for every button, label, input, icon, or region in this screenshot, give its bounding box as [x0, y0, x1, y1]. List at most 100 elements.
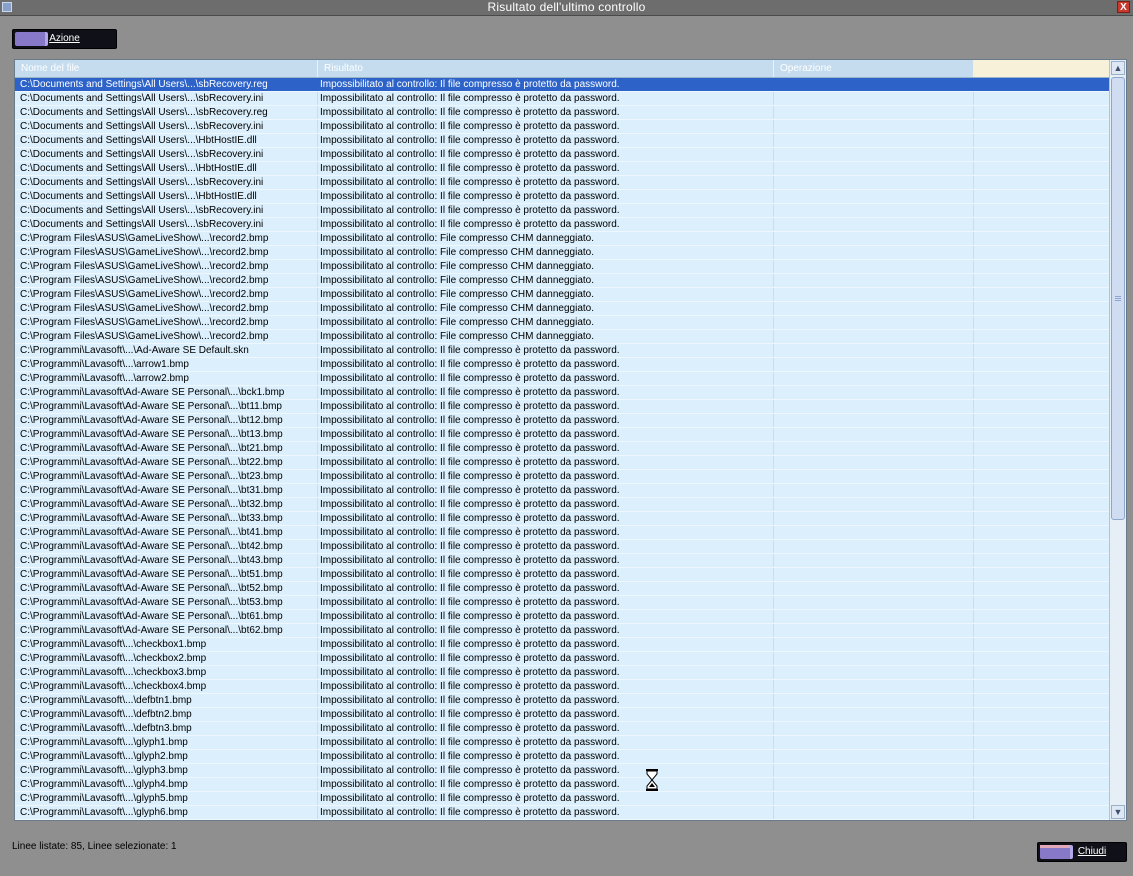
filename-cell: C:\Documents and Settings\All Users\...\…	[20, 93, 264, 104]
column-header-result[interactable]: Risultato	[318, 60, 774, 77]
column-header-empty[interactable]	[974, 60, 1110, 77]
list-header: Nome del file Risultato Operazione	[15, 60, 1110, 78]
list-row[interactable]: C:\Programmi\Lavasoft\Ad-Aware SE Person…	[15, 456, 1110, 470]
list-row[interactable]: C:\Programmi\Lavasoft\Ad-Aware SE Person…	[15, 540, 1110, 554]
result-cell: Impossibilitato al controllo: Il file co…	[320, 415, 620, 426]
list-row[interactable]: C:\Program Files\ASUS\GameLiveShow\...\r…	[15, 288, 1110, 302]
filename-cell: C:\Documents and Settings\All Users\...\…	[20, 191, 257, 202]
list-row[interactable]: C:\Programmi\Lavasoft\...\arrow2.bmp Impo…	[15, 372, 1110, 386]
result-cell: Impossibilitato al controllo: Il file co…	[320, 485, 620, 496]
result-cell: Impossibilitato al controllo: Il file co…	[320, 135, 620, 146]
list-row[interactable]: C:\Programmi\Lavasoft\...\arrow1.bmp Impo…	[15, 358, 1110, 372]
result-cell: Impossibilitato al controllo: Il file co…	[320, 401, 620, 412]
filename-cell: C:\Programmi\Lavasoft\...\glyph2.bmp	[20, 751, 188, 762]
filename-cell: C:\Programmi\Lavasoft\...\arrow1.bmp	[20, 359, 189, 370]
list-row[interactable]: C:\Programmi\Lavasoft\...\glyph5.bmp Impo…	[15, 792, 1110, 806]
thumb-grip	[1115, 296, 1121, 297]
list-row[interactable]: C:\Program Files\ASUS\GameLiveShow\...\r…	[15, 316, 1110, 330]
list-row[interactable]: C:\Documents and Settings\All Users\...\…	[15, 134, 1110, 148]
list-row[interactable]: C:\Programmi\Lavasoft\Ad-Aware SE Person…	[15, 470, 1110, 484]
list-row[interactable]: C:\Documents and Settings\All Users\...\…	[15, 78, 1110, 92]
close-window-button[interactable]: X	[1117, 1, 1130, 13]
close-button-label: Chiudi	[1077, 846, 1107, 857]
list-row[interactable]: C:\Documents and Settings\All Users\...\…	[15, 148, 1110, 162]
column-header-operation[interactable]: Operazione	[774, 60, 974, 77]
list-row[interactable]: C:\Documents and Settings\All Users\...\…	[15, 92, 1110, 106]
filename-cell: C:\Programmi\Lavasoft\...\defbtn3.bmp	[20, 723, 192, 734]
column-header-filename[interactable]: Nome del file	[15, 60, 318, 77]
list-row[interactable]: C:\Programmi\Lavasoft\...\defbtn1.bmp Imp…	[15, 694, 1110, 708]
list-row[interactable]: C:\Programmi\Lavasoft\...\glyph6.bmp Impo…	[15, 806, 1110, 820]
list-row[interactable]: C:\Program Files\ASUS\GameLiveShow\...\r…	[15, 260, 1110, 274]
list-row[interactable]: C:\Programmi\Lavasoft\Ad-Aware SE Person…	[15, 596, 1110, 610]
list-row[interactable]: C:\Programmi\Lavasoft\...\defbtn2.bmp Imp…	[15, 708, 1110, 722]
list-row[interactable]: C:\Documents and Settings\All Users\...\…	[15, 204, 1110, 218]
result-cell: Impossibilitato al controllo: File compr…	[320, 289, 595, 300]
list-row[interactable]: C:\Programmi\Lavasoft\Ad-Aware SE Person…	[15, 610, 1110, 624]
list-row[interactable]: C:\Programmi\Lavasoft\Ad-Aware SE Person…	[15, 400, 1110, 414]
result-cell: Impossibilitato al controllo: Il file co…	[320, 639, 620, 650]
filename-cell: C:\Programmi\Lavasoft\...\checkbox1.bmp	[20, 639, 207, 650]
arrow-up-icon[interactable]: ▲	[1111, 61, 1125, 75]
results-list[interactable]: Nome del file Risultato Operazione C:\Do…	[14, 59, 1127, 821]
result-cell: Impossibilitato al controllo: Il file co…	[320, 387, 620, 398]
list-row[interactable]: C:\Programmi\Lavasoft\Ad-Aware SE Person…	[15, 484, 1110, 498]
list-row[interactable]: C:\Documents and Settings\All Users\...\…	[15, 218, 1110, 232]
list-row[interactable]: C:\Programmi\Lavasoft\...\defbtn3.bmp Imp…	[15, 722, 1110, 736]
scrollbar-thumb[interactable]	[1111, 77, 1125, 520]
list-row[interactable]: C:\Programmi\Lavasoft\Ad-Aware SE Person…	[15, 526, 1110, 540]
filename-cell: C:\Programmi\Lavasoft\Ad-Aware SE Person…	[20, 625, 283, 636]
list-row[interactable]: C:\Programmi\Lavasoft\Ad-Aware SE Person…	[15, 386, 1110, 400]
list-row[interactable]: C:\Programmi\Lavasoft\Ad-Aware SE Person…	[15, 624, 1110, 638]
result-cell: Impossibilitato al controllo: Il file co…	[320, 163, 620, 174]
list-row[interactable]: C:\Documents and Settings\All Users\...\…	[15, 106, 1110, 120]
result-cell: Impossibilitato al controllo: Il file co…	[320, 527, 620, 538]
list-row[interactable]: C:\Program Files\ASUS\GameLiveShow\...\r…	[15, 246, 1110, 260]
list-row[interactable]: C:\Documents and Settings\All Users\...\…	[15, 120, 1110, 134]
title-bar[interactable]: Risultato dell'ultimo controllo X	[0, 0, 1133, 16]
list-row[interactable]: C:\Programmi\Lavasoft\...\Ad-Aware SE De…	[15, 344, 1110, 358]
filename-cell: C:\Program Files\ASUS\GameLiveShow\...\r…	[20, 247, 269, 258]
arrow-down-icon[interactable]: ▼	[1111, 805, 1125, 819]
list-row[interactable]: C:\Programmi\Lavasoft\Ad-Aware SE Person…	[15, 442, 1110, 456]
filename-cell: C:\Programmi\Lavasoft\Ad-Aware SE Person…	[20, 527, 283, 538]
result-cell: Impossibilitato al controllo: File compr…	[320, 247, 595, 258]
result-cell: Impossibilitato al controllo: File compr…	[320, 303, 595, 314]
result-cell: Impossibilitato al controllo: Il file co…	[320, 149, 620, 160]
result-cell: Impossibilitato al controllo: Il file co…	[320, 723, 620, 734]
window-title: Risultato dell'ultimo controllo	[487, 0, 646, 14]
list-row[interactable]: C:\Programmi\Lavasoft\Ad-Aware SE Person…	[15, 414, 1110, 428]
list-row[interactable]: C:\Program Files\ASUS\GameLiveShow\...\r…	[15, 330, 1110, 344]
list-row[interactable]: C:\Programmi\Lavasoft\...\checkbox2.bmp I…	[15, 652, 1110, 666]
list-row[interactable]: C:\Programmi\Lavasoft\Ad-Aware SE Person…	[15, 554, 1110, 568]
list-row[interactable]: C:\Program Files\ASUS\GameLiveShow\...\r…	[15, 274, 1110, 288]
list-row[interactable]: C:\Programmi\Lavasoft\...\glyph4.bmp Impo…	[15, 778, 1110, 792]
list-row[interactable]: C:\Programmi\Lavasoft\Ad-Aware SE Person…	[15, 568, 1110, 582]
list-row[interactable]: C:\Programmi\Lavasoft\Ad-Aware SE Person…	[15, 582, 1110, 596]
list-row[interactable]: C:\Documents and Settings\All Users\...\…	[15, 162, 1110, 176]
list-row[interactable]: C:\Programmi\Lavasoft\Ad-Aware SE Person…	[15, 428, 1110, 442]
list-row[interactable]: C:\Programmi\Lavasoft\Ad-Aware SE Person…	[15, 498, 1110, 512]
list-row[interactable]: C:\Programmi\Lavasoft\...\checkbox1.bmp I…	[15, 638, 1110, 652]
list-row[interactable]: C:\Programmi\Lavasoft\...\checkbox4.bmp I…	[15, 680, 1110, 694]
result-cell: Impossibilitato al controllo: Il file co…	[320, 681, 620, 692]
result-cell: Impossibilitato al controllo: Il file co…	[320, 359, 620, 370]
action-button-label: Azione	[49, 33, 80, 44]
list-row[interactable]: C:\Documents and Settings\All Users\...\…	[15, 176, 1110, 190]
list-row[interactable]: C:\Program Files\ASUS\GameLiveShow\...\r…	[15, 302, 1110, 316]
list-row[interactable]: C:\Programmi\Lavasoft\...\glyph3.bmp Impo…	[15, 764, 1110, 778]
list-row[interactable]: C:\Program Files\ASUS\GameLiveShow\...\r…	[15, 232, 1110, 246]
action-button[interactable]: Azione	[12, 29, 117, 49]
close-button[interactable]: Chiudi	[1037, 842, 1127, 862]
vertical-scrollbar[interactable]: ▲ ▼	[1109, 60, 1126, 820]
list-row[interactable]: C:\Programmi\Lavasoft\...\glyph2.bmp Impo…	[15, 750, 1110, 764]
result-cell: Impossibilitato al controllo: Il file co…	[320, 443, 620, 454]
filename-cell: C:\Programmi\Lavasoft\...\glyph1.bmp	[20, 737, 188, 748]
list-row[interactable]: C:\Programmi\Lavasoft\...\glyph1.bmp Impo…	[15, 736, 1110, 750]
filename-cell: C:\Program Files\ASUS\GameLiveShow\...\r…	[20, 275, 269, 286]
list-row[interactable]: C:\Programmi\Lavasoft\Ad-Aware SE Person…	[15, 512, 1110, 526]
list-row[interactable]: C:\Documents and Settings\All Users\...\…	[15, 190, 1110, 204]
filename-cell: C:\Programmi\Lavasoft\Ad-Aware SE Person…	[20, 415, 283, 426]
list-row[interactable]: C:\Programmi\Lavasoft\...\checkbox3.bmp I…	[15, 666, 1110, 680]
filename-cell: C:\Programmi\Lavasoft\Ad-Aware SE Person…	[20, 485, 283, 496]
